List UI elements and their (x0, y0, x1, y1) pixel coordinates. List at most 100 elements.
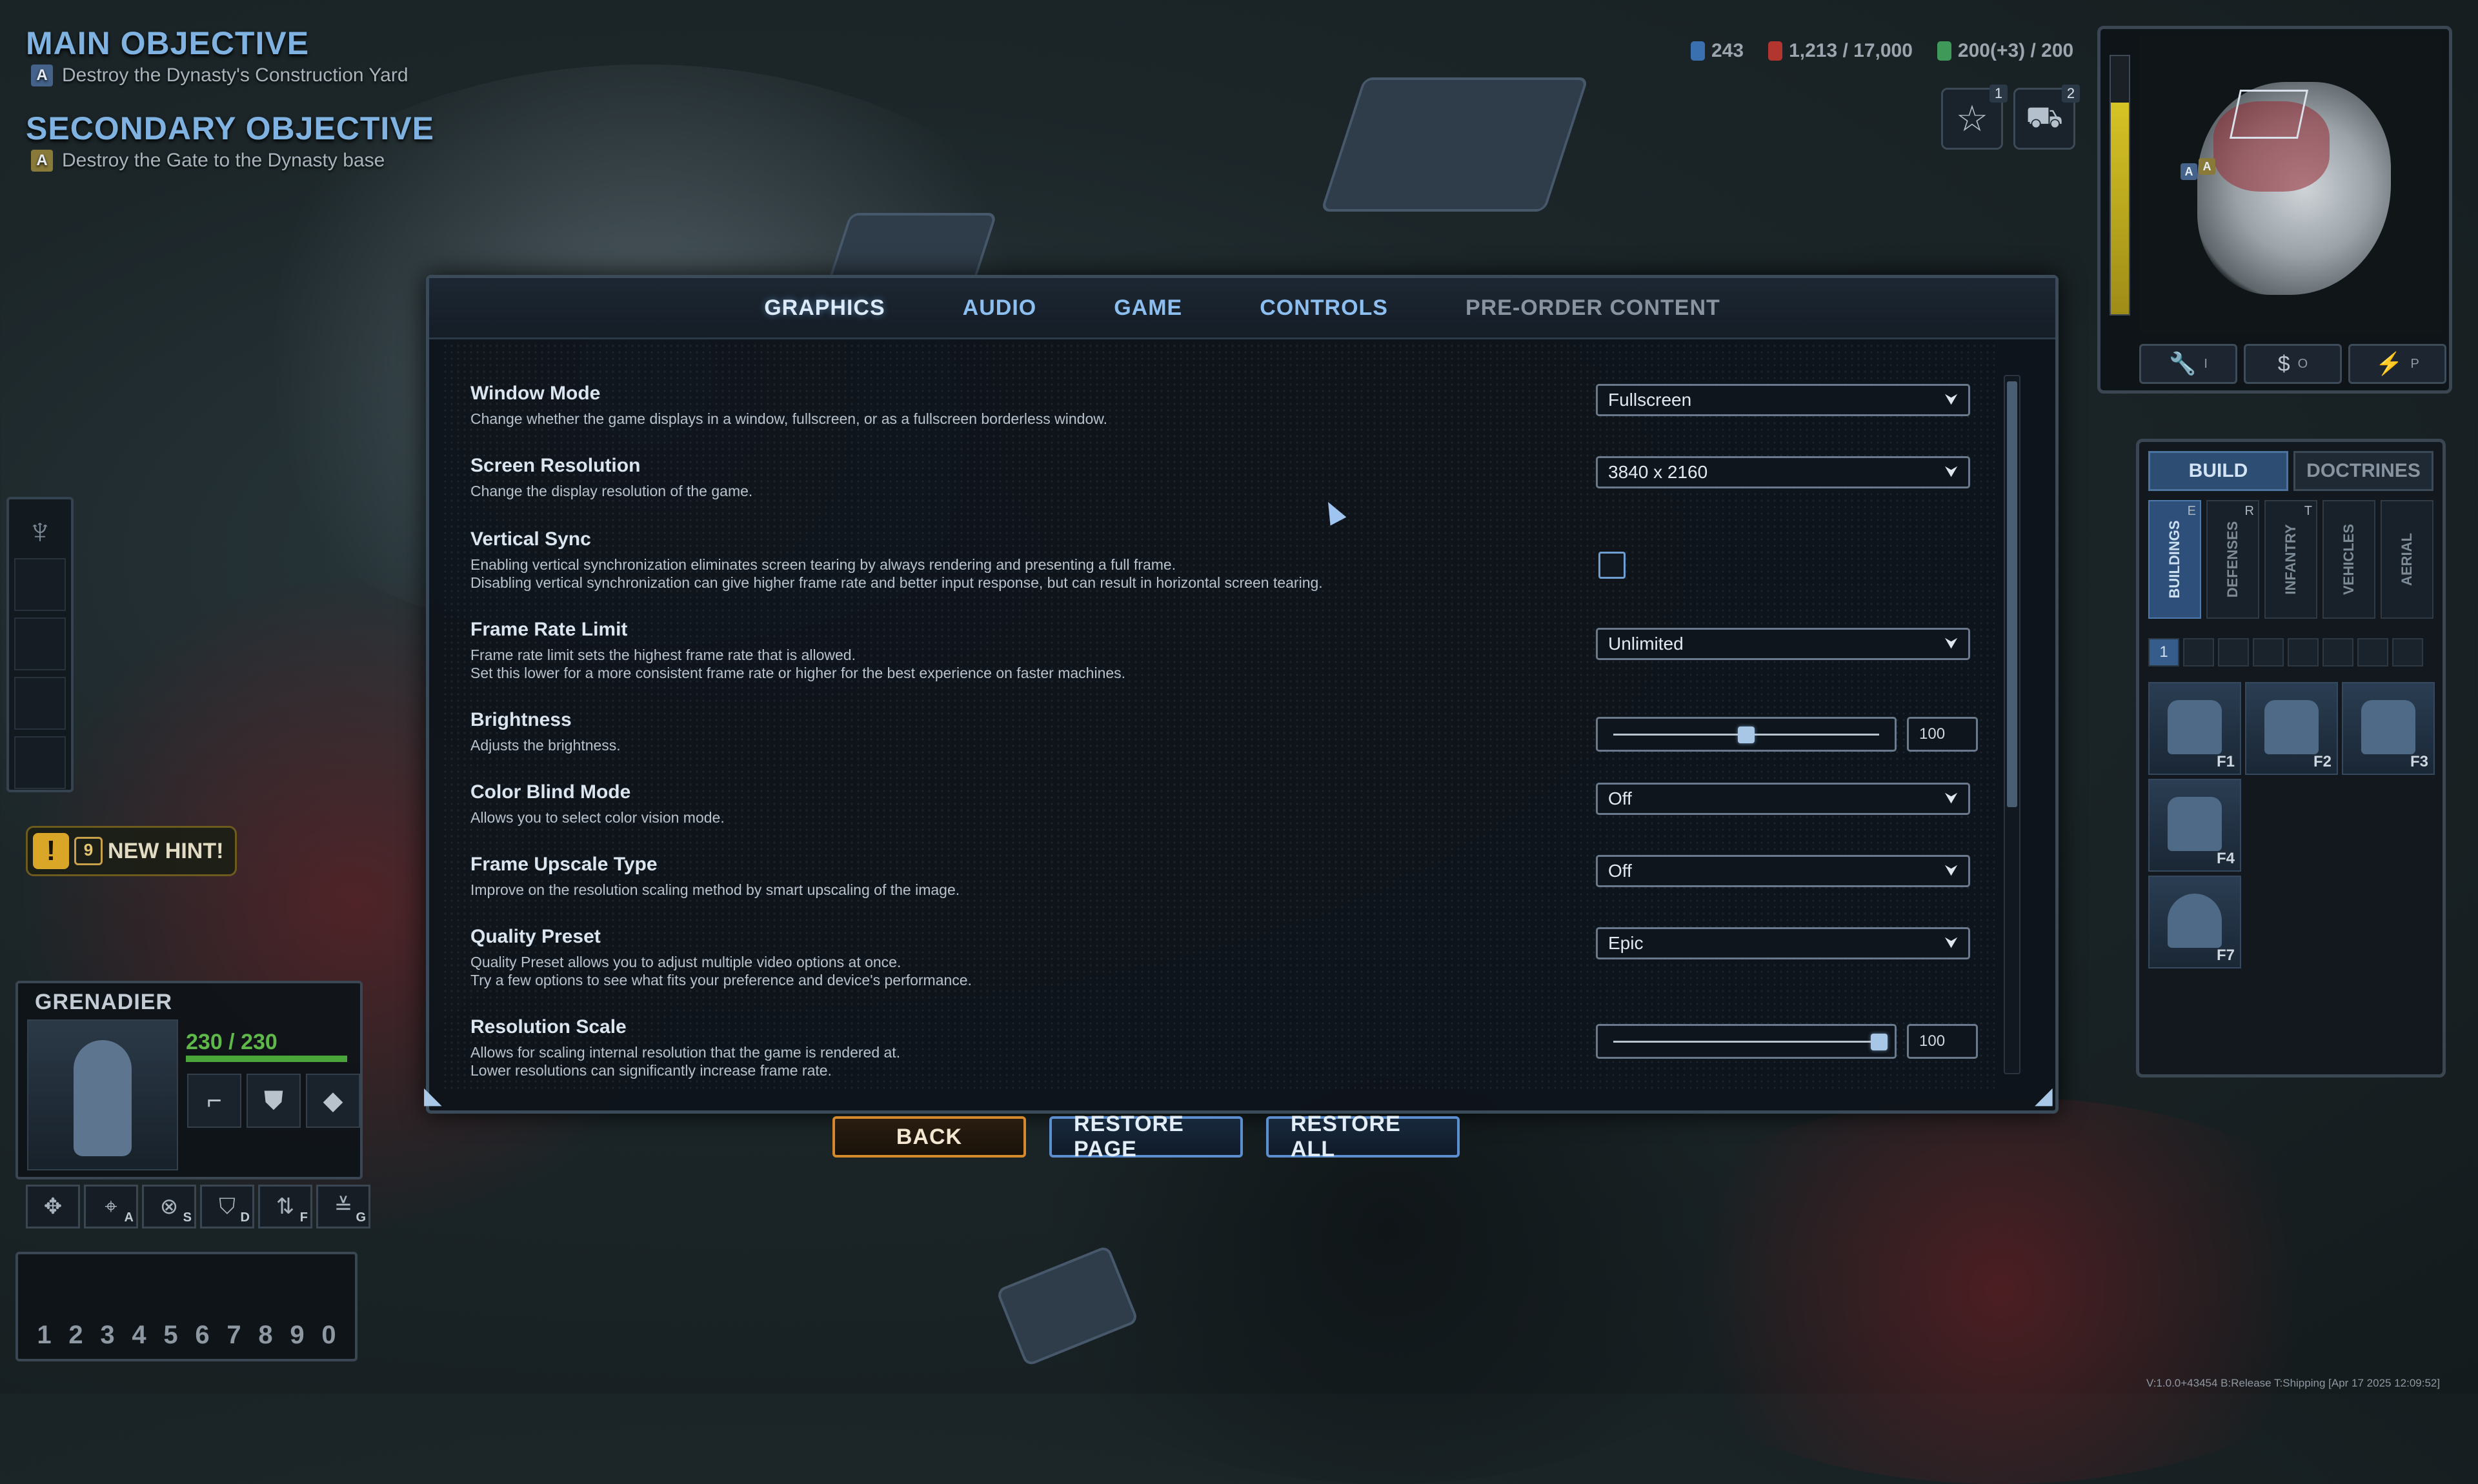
rank-icon: ≚ (334, 1194, 353, 1219)
queue-slot[interactable] (2288, 638, 2319, 667)
tab-graphics[interactable]: GRAPHICS (764, 296, 885, 321)
setting-title: Color Blind Mode (470, 781, 631, 803)
faction-sidebar: ♆ (6, 497, 74, 792)
frame-rate-limit-dropdown[interactable]: Unlimited ⮟ (1596, 628, 1970, 660)
slider-handle[interactable] (1738, 727, 1755, 743)
screen-resolution-dropdown[interactable]: 3840 x 2160 ⮟ (1596, 456, 1970, 488)
wrench-icon: 🔧 (2169, 352, 2197, 376)
attack-move-command-button[interactable]: ⌖ A (84, 1185, 138, 1228)
minimap[interactable]: A A (2139, 37, 2443, 334)
vehicle-rank-count: 2 (2062, 85, 2080, 103)
setting-description: Quality Preset allows you to adjust mult… (470, 954, 902, 970)
queue-slot[interactable] (2218, 638, 2249, 667)
back-button[interactable]: BACK (832, 1116, 1026, 1158)
slider-handle[interactable] (1871, 1034, 1888, 1050)
move-command-button[interactable]: ✥ (26, 1185, 80, 1228)
window-mode-dropdown[interactable]: Fullscreen ⮟ (1596, 384, 1970, 416)
formation-command-button[interactable]: ⇅ F (258, 1185, 312, 1228)
category-infantry[interactable]: T INFANTRY (2264, 500, 2317, 619)
restore-all-button[interactable]: RESTORE ALL (1266, 1112, 1460, 1161)
build-option[interactable]: F7 (2148, 876, 2241, 968)
power-meter (2110, 55, 2130, 316)
sell-button[interactable]: $ O (2244, 344, 2342, 384)
alert-icon: ! (33, 833, 69, 869)
power-toggle-button[interactable]: ⚡ P (2348, 344, 2446, 384)
category-buildings[interactable]: E BUILDINGS (2148, 500, 2201, 619)
settings-scrollbar[interactable] (2004, 375, 2020, 1074)
queue-slot-1[interactable]: 1 (2148, 638, 2179, 667)
brightness-slider[interactable] (1596, 717, 1897, 752)
quality-preset-dropdown[interactable]: Epic ⮟ (1596, 927, 1970, 959)
grenade-icon[interactable]: ◆ (306, 1074, 360, 1128)
repair-button[interactable]: 🔧 I (2139, 344, 2237, 384)
sidebar-slot[interactable] (14, 736, 66, 789)
control-group[interactable]: 8 (258, 1321, 272, 1350)
queue-slot[interactable] (2253, 638, 2284, 667)
queue-slot[interactable] (2357, 638, 2388, 667)
resolution-scale-value[interactable]: 100 (1907, 1024, 1978, 1059)
build-option[interactable]: F4 (2148, 779, 2241, 872)
control-group[interactable]: 1 (37, 1321, 51, 1350)
control-group[interactable]: 4 (132, 1321, 146, 1350)
new-hint-button[interactable]: ! 9 NEW HINT! (26, 826, 237, 876)
control-group[interactable]: 0 (321, 1321, 336, 1350)
control-group[interactable]: 2 (68, 1321, 83, 1350)
brightness-value[interactable]: 100 (1907, 717, 1978, 752)
sidebar-slot[interactable] (14, 677, 66, 730)
control-group[interactable]: 3 (100, 1321, 114, 1350)
minimap-viewport[interactable] (2229, 90, 2309, 139)
star-rank-button[interactable]: ☆ 1 (1941, 85, 2008, 150)
tab-controls[interactable]: CONTROLS (1260, 296, 1388, 321)
attack-move-icon: ⌖ (105, 1194, 117, 1219)
power-resource: 243 (1691, 40, 1744, 62)
setting-title: Brightness (470, 709, 572, 730)
control-group[interactable]: 7 (227, 1321, 241, 1350)
scrollbar-thumb[interactable] (2007, 381, 2017, 807)
secondary-objective-title: SECONDARY OBJECTIVE (26, 110, 435, 146)
category-aerial[interactable]: AERIAL (2381, 500, 2433, 619)
setting-description: Adjusts the brightness. (470, 737, 621, 754)
setting-title: Vertical Sync (470, 528, 591, 550)
chevron-down-icon: ⮟ (1944, 463, 1958, 481)
queue-slot[interactable] (2392, 638, 2423, 667)
tab-doctrines[interactable]: DOCTRINES (2293, 451, 2433, 491)
vehicle-rank-button[interactable]: ⛟ 2 (2013, 85, 2080, 150)
tab-pre-order-content[interactable]: PRE-ORDER CONTENT (1466, 296, 1720, 321)
guard-command-button[interactable]: ⛉ D (200, 1185, 254, 1228)
slider-track (1613, 1041, 1879, 1043)
build-queue-slots: 1 (2139, 619, 2443, 673)
setting-title: Screen Resolution (470, 455, 641, 476)
stance-command-button[interactable]: ≚ G (316, 1185, 370, 1228)
restore-page-button[interactable]: RESTORE PAGE (1049, 1112, 1243, 1161)
resolution-scale-slider[interactable] (1596, 1024, 1897, 1059)
queue-slot[interactable] (2322, 638, 2353, 667)
build-option[interactable]: F3 (2342, 682, 2435, 775)
category-vehicles[interactable]: VEHICLES (2322, 500, 2375, 619)
vertical-sync-checkbox[interactable] (1598, 552, 1626, 579)
grenadier-portrait-icon (74, 1040, 132, 1156)
secondary-objective: SECONDARY OBJECTIVE A Destroy the Gate t… (26, 110, 434, 172)
shield-icon[interactable]: ⛊ (247, 1074, 301, 1128)
tab-game[interactable]: GAME (1114, 296, 1182, 321)
credits-value: 1,213 / 17,000 (1789, 40, 1913, 61)
control-group[interactable]: 9 (290, 1321, 304, 1350)
sidebar-slot[interactable] (14, 617, 66, 670)
queue-slot[interactable] (2183, 638, 2214, 667)
build-option[interactable]: F2 (2245, 682, 2338, 775)
frame-upscale-type-dropdown[interactable]: Off ⮟ (1596, 855, 1970, 887)
control-group[interactable]: 5 (163, 1321, 177, 1350)
stop-command-button[interactable]: ⊗ S (142, 1185, 196, 1228)
color-blind-mode-dropdown[interactable]: Off ⮟ (1596, 783, 1970, 815)
setting-description: Allows you to select color vision mode. (470, 809, 725, 826)
control-group[interactable]: 6 (195, 1321, 209, 1350)
build-option[interactable]: F1 (2148, 682, 2241, 775)
tab-build[interactable]: BUILD (2148, 451, 2288, 491)
chevron-down-icon: ⮟ (1944, 391, 1958, 408)
setting-description: Lower resolutions can significantly incr… (470, 1062, 832, 1079)
rifle-icon[interactable]: ⌐ (187, 1074, 241, 1128)
sidebar-slot[interactable] (14, 558, 66, 611)
build-panel: BUILD DOCTRINES E BUILDINGS R DEFENSES T IN… (2136, 439, 2446, 1078)
tab-audio[interactable]: AUDIO (963, 296, 1037, 321)
category-defenses[interactable]: R DEFENSES (2206, 500, 2259, 619)
guard-icon: ⛉ (219, 1194, 236, 1219)
